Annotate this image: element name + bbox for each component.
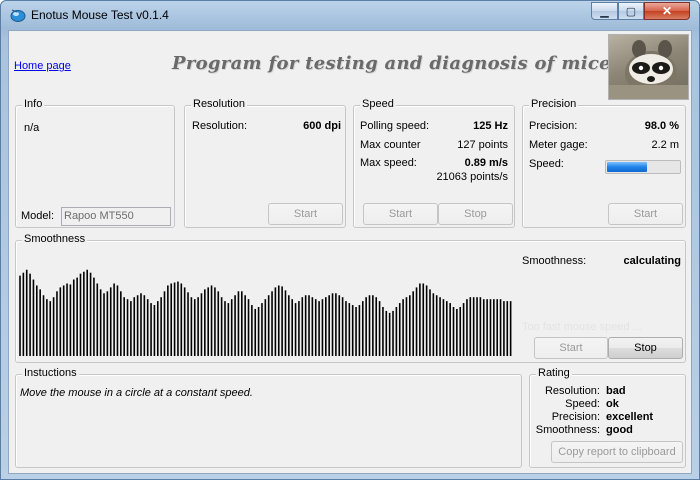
rating-resolution-value: bad (606, 385, 626, 397)
resolution-value: 600 dpi (303, 120, 341, 132)
speed-warning-text: Too fast mouse speed ... (522, 321, 642, 333)
info-legend: Info (22, 98, 45, 110)
home-page-link[interactable]: Home page (14, 60, 71, 72)
polling-value: 125 Hz (473, 120, 508, 132)
meter-gage-label: Meter gage: (529, 139, 588, 151)
max-counter-label: Max counter (360, 139, 421, 151)
rating-speed-value: ok (606, 398, 619, 410)
rating-precision-label: Precision: (551, 411, 600, 423)
raccoon-photo-icon (608, 34, 689, 100)
polling-label: Polling speed: (360, 120, 430, 132)
model-field[interactable]: Rapoo MT550 (61, 207, 171, 226)
instructions-panel: Instuctions Move the mouse in a circle a… (15, 367, 522, 468)
mouse-app-icon (10, 9, 26, 22)
precision-label: Precision: (529, 120, 578, 132)
speed-start-button[interactable]: Start (363, 203, 438, 225)
meter-gage-value: 2.2 m (651, 139, 679, 151)
smoothness-stop-button[interactable]: Stop (608, 337, 683, 359)
speed-stop-button[interactable]: Stop (438, 203, 513, 225)
smoothness-value: calculating (623, 255, 681, 267)
instructions-legend: Instuctions (22, 367, 79, 379)
close-icon: ✕ (661, 4, 673, 18)
page-title: Program for testing and diagnosis of mic… (172, 53, 611, 74)
rating-precision-value: excellent (606, 411, 654, 423)
minimize-button[interactable]: ▁ (591, 2, 618, 20)
rating-speed-label: Speed: (565, 398, 600, 410)
window-title: Enotus Mouse Test v0.1.4 (31, 8, 169, 22)
maximize-icon: ▢ (625, 5, 637, 18)
resolution-panel: Resolution Resolution: 600 dpi Start (184, 98, 346, 228)
smoothness-panel: Smoothness Smoothness: calculating Too f… (15, 233, 686, 363)
max-speed-points: 21063 points/s (436, 171, 508, 183)
info-panel: Info n/a Model: Rapoo MT550 (15, 98, 175, 228)
title-bar[interactable]: Enotus Mouse Test v0.1.4 ▁ ▢ ✕ (1, 1, 699, 29)
rating-smoothness-label: Smoothness: (535, 424, 600, 436)
smoothness-label: Smoothness: (522, 255, 587, 267)
max-speed-value: 0.89 m/s (464, 157, 508, 169)
max-speed-label: Max speed: (360, 157, 417, 169)
resolution-start-button[interactable]: Start (268, 203, 343, 225)
info-status: n/a (24, 122, 40, 134)
rating-resolution-label: Resolution: (544, 385, 600, 397)
model-label: Model: (21, 210, 55, 222)
instructions-text: Move the mouse in a circle at a constant… (20, 387, 253, 399)
copy-report-button[interactable]: Copy report to clipboard (551, 441, 683, 463)
speed-progress-fill (607, 162, 647, 172)
rating-legend: Rating (536, 367, 572, 379)
resolution-label: Resolution: (192, 120, 248, 132)
precision-start-button[interactable]: Start (608, 203, 683, 225)
precision-speed-label: Speed: (529, 158, 564, 170)
minimize-icon: ▁ (600, 5, 609, 18)
smoothness-legend: Smoothness (22, 233, 88, 245)
precision-panel: Precision Precision: 98.0 % Meter gage: … (522, 98, 686, 228)
close-button[interactable]: ✕ (644, 2, 690, 20)
speed-progress-bar (605, 160, 681, 174)
maximize-button[interactable]: ▢ (618, 2, 644, 20)
rating-panel: Rating Resolution: bad Speed: ok Precisi… (529, 367, 686, 468)
app-window: Enotus Mouse Test v0.1.4 ▁ ▢ ✕ Home page… (0, 0, 700, 480)
smoothness-waveform (19, 269, 512, 356)
speed-legend: Speed (360, 98, 396, 110)
precision-legend: Precision (529, 98, 579, 110)
resolution-legend: Resolution (191, 98, 247, 110)
client-area: Home page Program for testing and diagno… (8, 30, 692, 474)
speed-panel: Speed Polling speed: 125 Hz Max counter … (353, 98, 515, 228)
precision-value: 98.0 % (644, 120, 679, 132)
smoothness-start-button[interactable]: Start (534, 337, 608, 359)
rating-smoothness-value: good (606, 424, 633, 436)
max-counter-value: 127 points (457, 139, 508, 151)
